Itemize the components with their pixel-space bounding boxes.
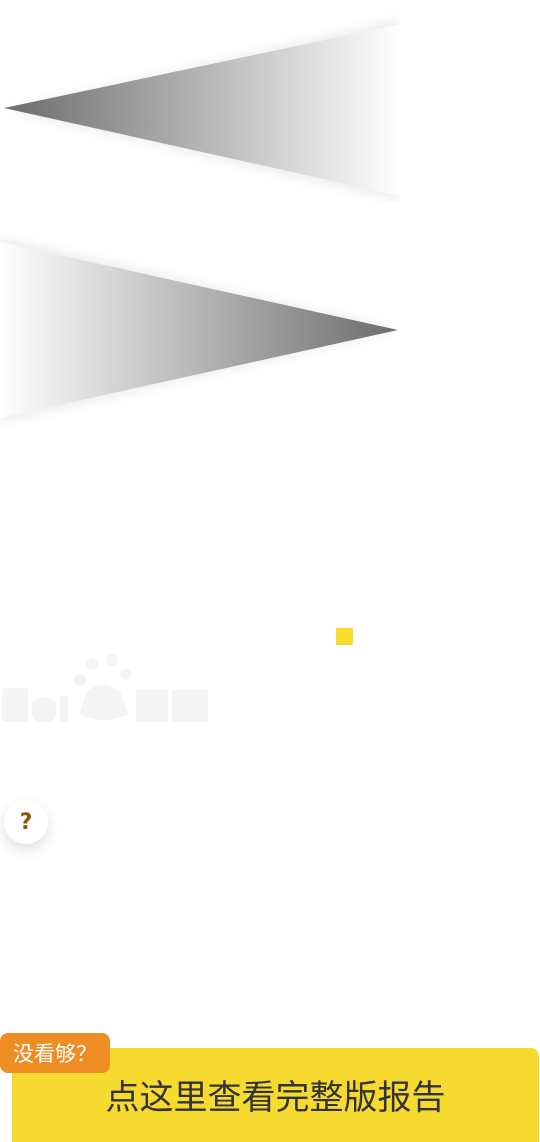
right-arrow-icon (0, 236, 400, 426)
left-arrow-icon (0, 12, 400, 202)
accent-square (336, 628, 353, 645)
question-mark-icon: ? (19, 809, 33, 835)
cta-badge-text: 没看够？ (13, 1042, 97, 1066)
help-button[interactable]: ? (4, 800, 48, 844)
cta-badge: 没看够？ (0, 1033, 110, 1073)
watermark-logo (0, 652, 215, 732)
cta-label: 点这里查看完整版报告 (105, 1077, 446, 1118)
page: ? 点这里查看完整版报告 没看够？ (0, 0, 540, 1142)
